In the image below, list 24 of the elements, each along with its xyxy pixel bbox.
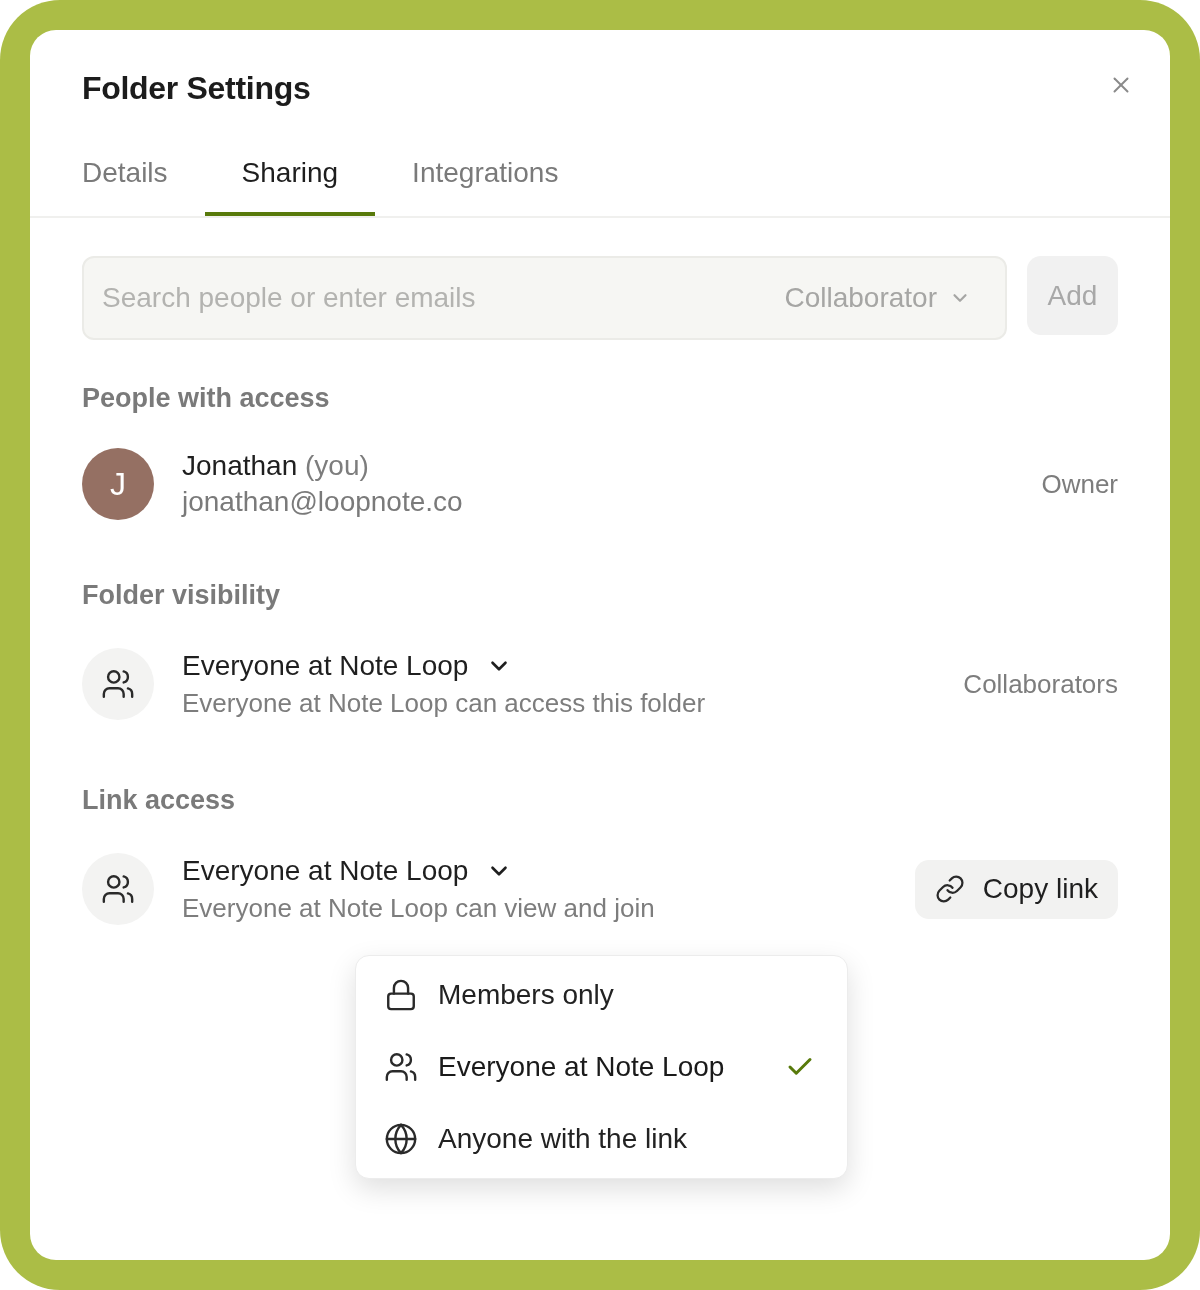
- option-description: Everyone at Note Loop can view and join: [182, 893, 655, 923]
- menu-item[interactable]: Everyone at Note Loop: [356, 1031, 847, 1103]
- tab[interactable]: Integrations: [375, 138, 596, 216]
- visibility-role: Collaborators: [963, 669, 1118, 699]
- avatar: J: [82, 448, 154, 520]
- member-email: jonathan@loopnote.co: [182, 486, 463, 518]
- tab[interactable]: Details: [45, 138, 205, 216]
- menu-item[interactable]: Members only: [356, 959, 847, 1031]
- menu-item[interactable]: Anyone with the link: [356, 1103, 847, 1175]
- people-icon: [384, 1050, 418, 1084]
- member-role: Owner: [1041, 469, 1118, 499]
- tab[interactable]: Sharing: [204, 138, 376, 216]
- section-heading: Link access: [82, 784, 236, 816]
- link-icon: [934, 874, 965, 904]
- visibility-dropdown[interactable]: Everyone at Note Loop: [182, 650, 513, 682]
- section-heading: People with access: [82, 382, 330, 414]
- lock-icon: [384, 978, 418, 1012]
- option-description: Everyone at Note Loop can access this folder: [182, 688, 706, 718]
- copy-link-button[interactable]: Copy link: [914, 859, 1118, 919]
- dialog-title: Folder Settings: [82, 69, 311, 108]
- member-name: Jonathan (you): [182, 450, 369, 482]
- globe-icon: [384, 1122, 418, 1156]
- link-access-dropdown[interactable]: Everyone at Note Loop: [182, 855, 513, 887]
- section-heading: Folder visibility: [82, 579, 281, 611]
